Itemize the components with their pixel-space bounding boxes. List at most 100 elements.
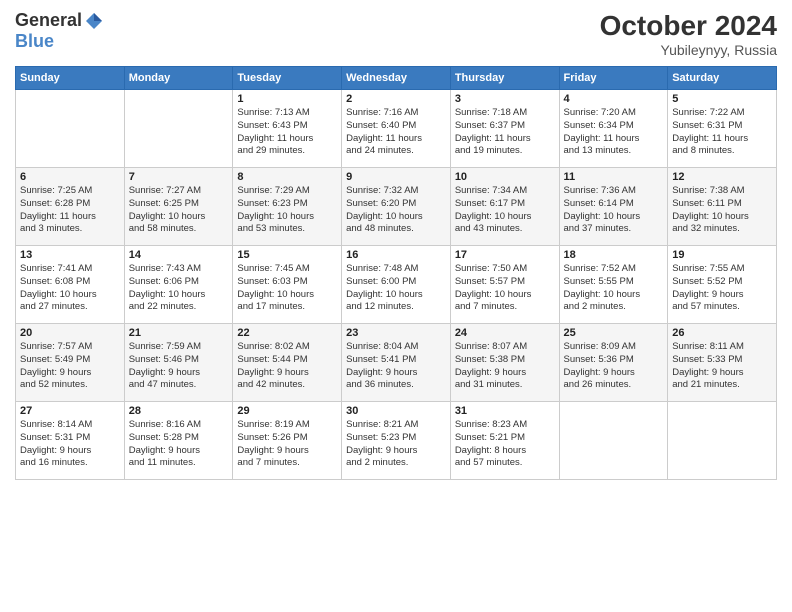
- calendar-week-row: 6 Sunrise: 7:25 AM Sunset: 6:28 PM Daylig…: [16, 168, 777, 246]
- calendar-day-cell: 14 Sunrise: 7:43 AM Sunset: 6:06 PM Dayli…: [124, 246, 233, 324]
- month-year: October 2024: [600, 10, 777, 42]
- day-number: 10: [455, 171, 555, 183]
- weekday-header: Sunday: [16, 67, 125, 90]
- day-number: 12: [672, 171, 772, 183]
- day-info: Sunrise: 7:27 AM Sunset: 6:25 PM Dayligh…: [129, 185, 229, 236]
- day-info: Sunrise: 7:50 AM Sunset: 5:57 PM Dayligh…: [455, 263, 555, 314]
- calendar-day-cell: 3 Sunrise: 7:18 AM Sunset: 6:37 PM Daylig…: [450, 90, 559, 168]
- day-info: Sunrise: 7:25 AM Sunset: 6:28 PM Dayligh…: [20, 185, 120, 236]
- day-info: Sunrise: 8:11 AM Sunset: 5:33 PM Dayligh…: [672, 341, 772, 392]
- weekday-header: Tuesday: [233, 67, 342, 90]
- calendar-day-cell: 28 Sunrise: 8:16 AM Sunset: 5:28 PM Dayli…: [124, 402, 233, 480]
- day-info: Sunrise: 7:13 AM Sunset: 6:43 PM Dayligh…: [237, 107, 337, 158]
- day-info: Sunrise: 7:32 AM Sunset: 6:20 PM Dayligh…: [346, 185, 446, 236]
- calendar-day-cell: 16Sunrise: 7:48 AM Sunset: 6:00 PM Dayli…: [342, 246, 451, 324]
- day-number: 8: [237, 171, 337, 183]
- calendar-week-row: 20 Sunrise: 7:57 AM Sunset: 5:49 PM Dayli…: [16, 324, 777, 402]
- calendar-day-cell: 13 Sunrise: 7:41 AM Sunset: 6:08 PM Dayli…: [16, 246, 125, 324]
- calendar-day-cell: 10 Sunrise: 7:34 AM Sunset: 6:17 PM Dayli…: [450, 168, 559, 246]
- day-info: Sunrise: 7:22 AM Sunset: 6:31 PM Dayligh…: [672, 107, 772, 158]
- day-number: 2: [346, 93, 446, 105]
- day-number: 30: [346, 405, 446, 417]
- weekday-header: Wednesday: [342, 67, 451, 90]
- day-number: 16: [346, 249, 446, 261]
- calendar-day-cell: [124, 90, 233, 168]
- calendar-day-cell: 22Sunrise: 8:02 AM Sunset: 5:44 PM Dayli…: [233, 324, 342, 402]
- day-info: Sunrise: 7:45 AM Sunset: 6:03 PM Dayligh…: [237, 263, 337, 314]
- day-info: Sunrise: 8:07 AM Sunset: 5:38 PM Dayligh…: [455, 341, 555, 392]
- page: General Blue October 2024 Yubileynyy, Ru…: [0, 0, 792, 612]
- day-number: 27: [20, 405, 120, 417]
- calendar-day-cell: 19 Sunrise: 7:55 AM Sunset: 5:52 PM Dayli…: [668, 246, 777, 324]
- calendar-day-cell: 6 Sunrise: 7:25 AM Sunset: 6:28 PM Daylig…: [16, 168, 125, 246]
- weekday-header: Saturday: [668, 67, 777, 90]
- calendar-day-cell: 17 Sunrise: 7:50 AM Sunset: 5:57 PM Dayli…: [450, 246, 559, 324]
- day-info: Sunrise: 7:41 AM Sunset: 6:08 PM Dayligh…: [20, 263, 120, 314]
- location: Yubileynyy, Russia: [600, 42, 777, 58]
- logo: General Blue: [15, 10, 104, 52]
- calendar-day-cell: 5 Sunrise: 7:22 AM Sunset: 6:31 PM Daylig…: [668, 90, 777, 168]
- day-number: 25: [564, 327, 664, 339]
- day-info: Sunrise: 8:19 AM Sunset: 5:26 PM Dayligh…: [237, 419, 337, 470]
- calendar-week-row: 1Sunrise: 7:13 AM Sunset: 6:43 PM Daylig…: [16, 90, 777, 168]
- day-info: Sunrise: 8:02 AM Sunset: 5:44 PM Dayligh…: [237, 341, 337, 392]
- day-number: 7: [129, 171, 229, 183]
- logo-blue-text: Blue: [15, 31, 54, 52]
- calendar-day-cell: 15 Sunrise: 7:45 AM Sunset: 6:03 PM Dayli…: [233, 246, 342, 324]
- logo-icon: [84, 11, 104, 31]
- day-number: 20: [20, 327, 120, 339]
- calendar-day-cell: 21 Sunrise: 7:59 AM Sunset: 5:46 PM Dayli…: [124, 324, 233, 402]
- calendar-day-cell: 8 Sunrise: 7:29 AM Sunset: 6:23 PM Daylig…: [233, 168, 342, 246]
- calendar-day-cell: [668, 402, 777, 480]
- day-info: Sunrise: 7:52 AM Sunset: 5:55 PM Dayligh…: [564, 263, 664, 314]
- title-section: October 2024 Yubileynyy, Russia: [600, 10, 777, 58]
- day-info: Sunrise: 8:09 AM Sunset: 5:36 PM Dayligh…: [564, 341, 664, 392]
- day-info: Sunrise: 8:16 AM Sunset: 5:28 PM Dayligh…: [129, 419, 229, 470]
- day-number: 11: [564, 171, 664, 183]
- day-number: 17: [455, 249, 555, 261]
- day-info: Sunrise: 8:04 AM Sunset: 5:41 PM Dayligh…: [346, 341, 446, 392]
- day-number: 18: [564, 249, 664, 261]
- day-info: Sunrise: 7:59 AM Sunset: 5:46 PM Dayligh…: [129, 341, 229, 392]
- day-number: 13: [20, 249, 120, 261]
- calendar-day-cell: 18 Sunrise: 7:52 AM Sunset: 5:55 PM Dayli…: [559, 246, 668, 324]
- day-info: Sunrise: 7:57 AM Sunset: 5:49 PM Dayligh…: [20, 341, 120, 392]
- day-info: Sunrise: 7:16 AM Sunset: 6:40 PM Dayligh…: [346, 107, 446, 158]
- day-number: 28: [129, 405, 229, 417]
- day-number: 26: [672, 327, 772, 339]
- calendar-day-cell: 20 Sunrise: 7:57 AM Sunset: 5:49 PM Dayli…: [16, 324, 125, 402]
- calendar-day-cell: 11 Sunrise: 7:36 AM Sunset: 6:14 PM Dayli…: [559, 168, 668, 246]
- day-number: 19: [672, 249, 772, 261]
- day-number: 23: [346, 327, 446, 339]
- day-number: 14: [129, 249, 229, 261]
- calendar-day-cell: 26 Sunrise: 8:11 AM Sunset: 5:33 PM Dayli…: [668, 324, 777, 402]
- day-number: 21: [129, 327, 229, 339]
- day-info: Sunrise: 7:29 AM Sunset: 6:23 PM Dayligh…: [237, 185, 337, 236]
- day-info: Sunrise: 7:36 AM Sunset: 6:14 PM Dayligh…: [564, 185, 664, 236]
- calendar-week-row: 13 Sunrise: 7:41 AM Sunset: 6:08 PM Dayli…: [16, 246, 777, 324]
- day-number: 24: [455, 327, 555, 339]
- day-number: 15: [237, 249, 337, 261]
- header: General Blue October 2024 Yubileynyy, Ru…: [15, 10, 777, 58]
- day-info: Sunrise: 7:20 AM Sunset: 6:34 PM Dayligh…: [564, 107, 664, 158]
- day-info: Sunrise: 7:34 AM Sunset: 6:17 PM Dayligh…: [455, 185, 555, 236]
- calendar-week-row: 27Sunrise: 8:14 AM Sunset: 5:31 PM Dayli…: [16, 402, 777, 480]
- calendar-day-cell: 29 Sunrise: 8:19 AM Sunset: 5:26 PM Dayli…: [233, 402, 342, 480]
- calendar-day-cell: 30 Sunrise: 8:21 AM Sunset: 5:23 PM Dayli…: [342, 402, 451, 480]
- day-number: 3: [455, 93, 555, 105]
- day-number: 6: [20, 171, 120, 183]
- day-number: 29: [237, 405, 337, 417]
- calendar-day-cell: 2 Sunrise: 7:16 AM Sunset: 6:40 PM Daylig…: [342, 90, 451, 168]
- weekday-header: Monday: [124, 67, 233, 90]
- day-info: Sunrise: 7:55 AM Sunset: 5:52 PM Dayligh…: [672, 263, 772, 314]
- day-number: 9: [346, 171, 446, 183]
- day-number: 4: [564, 93, 664, 105]
- calendar-day-cell: [559, 402, 668, 480]
- calendar-day-cell: 9 Sunrise: 7:32 AM Sunset: 6:20 PM Daylig…: [342, 168, 451, 246]
- day-info: Sunrise: 7:43 AM Sunset: 6:06 PM Dayligh…: [129, 263, 229, 314]
- day-info: Sunrise: 8:21 AM Sunset: 5:23 PM Dayligh…: [346, 419, 446, 470]
- day-number: 5: [672, 93, 772, 105]
- calendar-day-cell: 23 Sunrise: 8:04 AM Sunset: 5:41 PM Dayli…: [342, 324, 451, 402]
- day-info: Sunrise: 7:18 AM Sunset: 6:37 PM Dayligh…: [455, 107, 555, 158]
- day-info: Sunrise: 8:23 AM Sunset: 5:21 PM Dayligh…: [455, 419, 555, 470]
